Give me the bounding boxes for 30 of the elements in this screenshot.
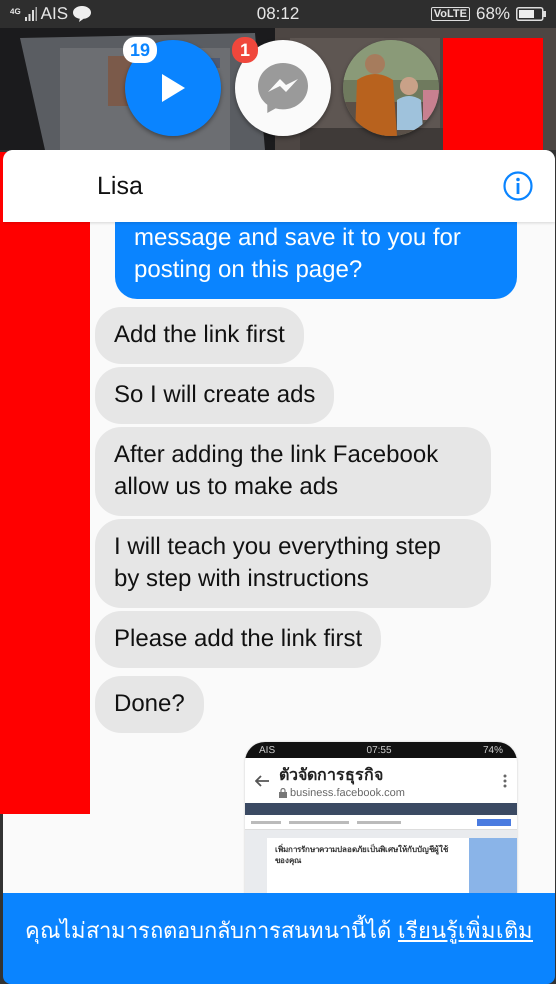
message-bubble: Please add the link first xyxy=(95,611,382,668)
info-icon[interactable] xyxy=(503,171,533,201)
message-bubble: So I will create ads xyxy=(95,367,334,424)
card-text: เพิ่มการรักษาความปลอดภัยเป็นพิเศษให้กับบัญชีผู้ใช้ของคุณ xyxy=(267,838,469,893)
learn-more-link[interactable]: เรียนรู้เพิ่มเติม xyxy=(398,909,533,952)
volte-indicator: VoLTE xyxy=(430,7,470,21)
chat-bubble-icon xyxy=(72,5,92,23)
message-bubble: I will teach you everything step by step with instructions xyxy=(95,519,491,608)
message-bubble: message and save it to you for posting on this page? xyxy=(115,222,517,299)
back-arrow-icon xyxy=(255,774,269,786)
screenshot-attachment[interactable]: AIS 07:55 74% ตัวจัดการธุรกิจ business.facebook.com เพิ่มการรักษาความปลอดภัยเป็นพิเศษให้กับบัญชีผู้ใช้ของคุณ xyxy=(245,742,517,893)
message-bubble: After adding the link Facebook allow us to make ads xyxy=(95,427,491,516)
lock-icon xyxy=(279,788,287,798)
page-url: business.facebook.com xyxy=(290,787,405,799)
carrier-name: AIS xyxy=(259,744,276,756)
battery-percent: 74% xyxy=(482,744,503,756)
card-illustration xyxy=(469,838,517,893)
contact-name: Lisa xyxy=(97,172,144,200)
battery-icon xyxy=(516,7,546,21)
carrier-name: AIS xyxy=(40,4,68,24)
signal-icon xyxy=(24,7,37,21)
notice-text: คุณไม่สามารถตอบกลับการสนทนานี้ได้ xyxy=(25,909,391,952)
clock-time: 08:12 xyxy=(256,4,300,23)
more-menu-icon xyxy=(503,774,507,788)
page-title: ตัวจัดการธุรกิจ xyxy=(279,766,384,786)
network-type: 4G xyxy=(10,7,21,16)
message-bubble: Add the link first xyxy=(95,307,304,364)
message-bubble: Done? xyxy=(95,676,204,733)
battery-percent: 68% xyxy=(476,4,510,24)
clock-time: 07:55 xyxy=(366,744,392,756)
